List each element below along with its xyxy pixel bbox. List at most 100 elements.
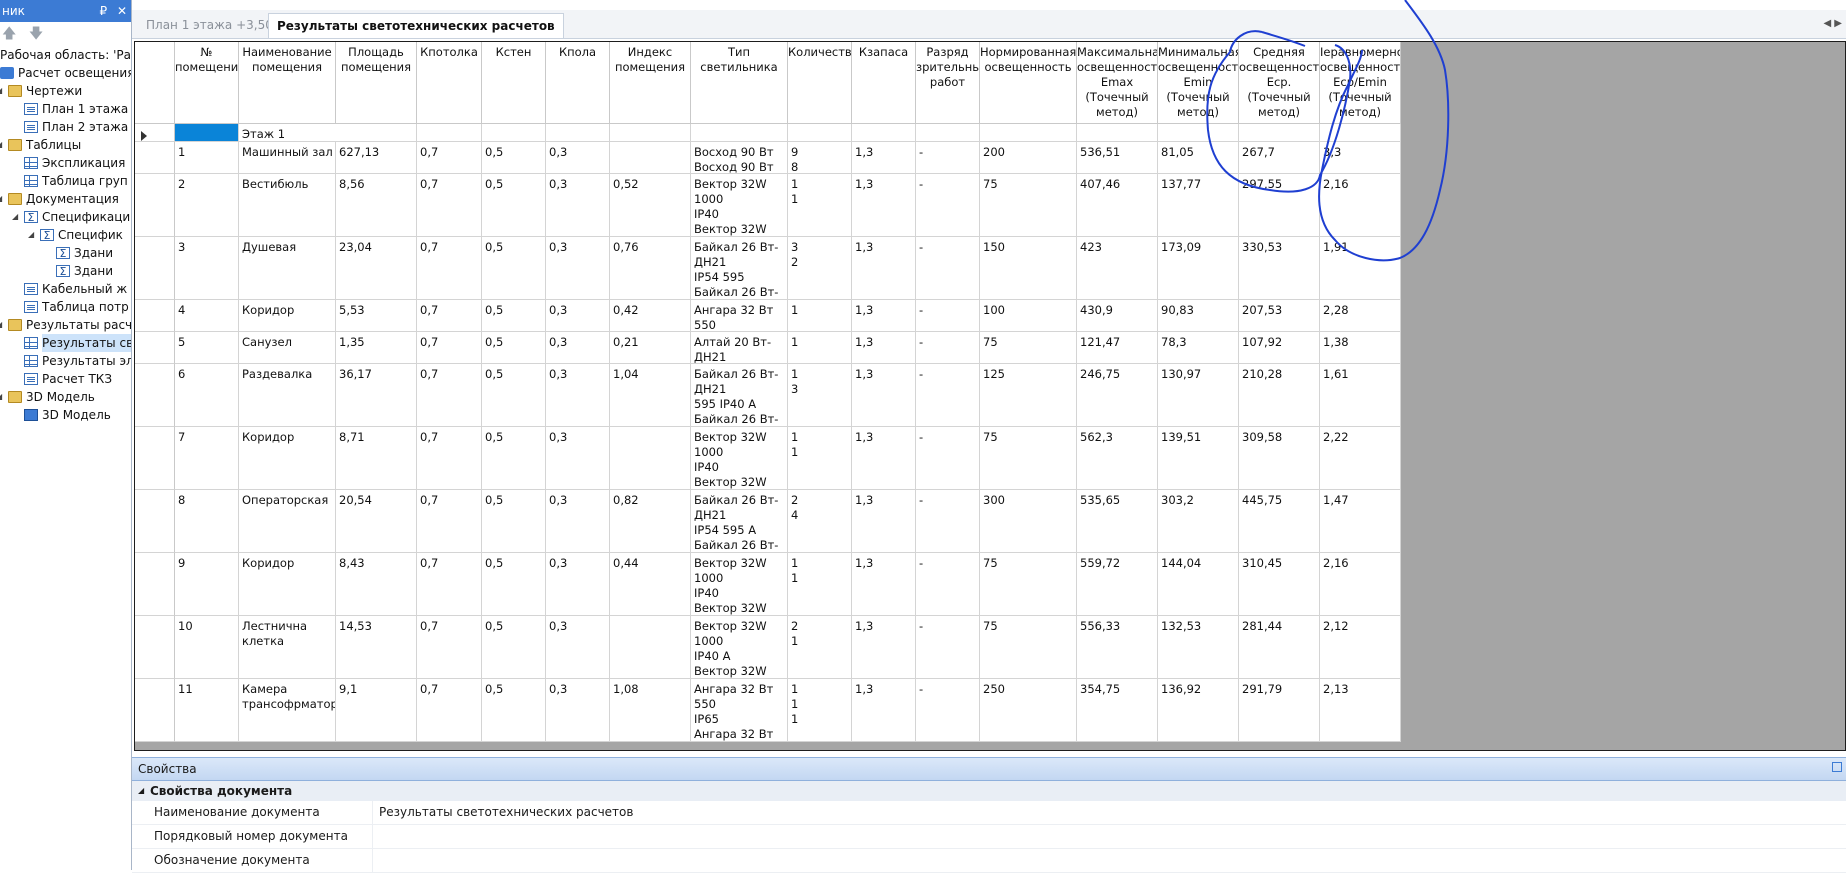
table-cell[interactable]: 1,47: [1320, 490, 1401, 553]
properties-pin-icon[interactable]: [1832, 762, 1842, 772]
table-cell[interactable]: 2 4: [788, 490, 852, 553]
table-cell[interactable]: Вестибюль: [239, 174, 336, 237]
table-cell[interactable]: 2,22: [1320, 427, 1401, 490]
table-cell[interactable]: [546, 124, 610, 142]
table-cell[interactable]: 0,3: [546, 332, 610, 364]
table-cell[interactable]: Коридор: [239, 427, 336, 490]
table-cell[interactable]: [1077, 124, 1158, 142]
table-cell[interactable]: [788, 124, 852, 142]
table-cell[interactable]: 0,5: [482, 237, 546, 300]
table-cell[interactable]: 20,54: [336, 490, 417, 553]
table-cell[interactable]: 0,76: [610, 237, 691, 300]
table-cell[interactable]: 173,09: [1158, 237, 1239, 300]
table-cell[interactable]: 3 2: [788, 237, 852, 300]
table-cell[interactable]: 136,92: [1158, 679, 1239, 742]
table-cell[interactable]: Байкал 26 Вт-ДН21 IP54 595 А Байкал 26 В…: [691, 490, 788, 553]
table-cell[interactable]: 0,7: [417, 490, 482, 553]
table-cell[interactable]: 150: [980, 237, 1077, 300]
table-cell[interactable]: 0,7: [417, 364, 482, 427]
table-cell[interactable]: [1158, 124, 1239, 142]
table-cell[interactable]: 121,47: [1077, 332, 1158, 364]
table-cell[interactable]: 1 1: [788, 553, 852, 616]
tree-item[interactable]: ◢ Σ Спецификаци: [0, 208, 131, 226]
table-cell[interactable]: 2,13: [1320, 679, 1401, 742]
table-cell[interactable]: 627,13: [336, 142, 417, 174]
property-row[interactable]: Наименование документа Результаты светот…: [132, 801, 1846, 825]
table-cell[interactable]: 2,12: [1320, 616, 1401, 679]
table-cell[interactable]: [610, 616, 691, 679]
table-cell[interactable]: Лестнична клетка: [239, 616, 336, 679]
table-cell[interactable]: Вектор 32W 1000 IP40 Вектор 32W 1000 IP4…: [691, 427, 788, 490]
column-header[interactable]: Кзапаса: [852, 42, 916, 124]
table-cell[interactable]: 8,71: [336, 427, 417, 490]
table-cell[interactable]: 125: [980, 364, 1077, 427]
table-cell[interactable]: 0,7: [417, 616, 482, 679]
table-cell[interactable]: 1,3: [852, 427, 916, 490]
table-cell[interactable]: 3: [175, 237, 239, 300]
row-selector[interactable]: [135, 237, 175, 300]
tree-item[interactable]: Расчет освещения П: [0, 64, 131, 82]
table-cell[interactable]: [417, 124, 482, 142]
table-cell[interactable]: 1,3: [852, 332, 916, 364]
table-cell[interactable]: 0,7: [417, 679, 482, 742]
table-cell[interactable]: 1: [788, 300, 852, 332]
tree-item[interactable]: План 1 этажа: [0, 100, 131, 118]
table-cell[interactable]: 200: [980, 142, 1077, 174]
table-cell[interactable]: 0,3: [546, 142, 610, 174]
selected-cell[interactable]: [175, 124, 239, 142]
table-cell[interactable]: 430,9: [1077, 300, 1158, 332]
table-cell[interactable]: 0,44: [610, 553, 691, 616]
table-cell[interactable]: 5,53: [336, 300, 417, 332]
table-cell[interactable]: 0,5: [482, 300, 546, 332]
table-cell[interactable]: 1 1: [788, 427, 852, 490]
table-cell[interactable]: 536,51: [1077, 142, 1158, 174]
table-cell[interactable]: 1,3: [852, 237, 916, 300]
table-cell[interactable]: 0,7: [417, 332, 482, 364]
table-cell[interactable]: 75: [980, 616, 1077, 679]
table-cell[interactable]: 250: [980, 679, 1077, 742]
table-cell[interactable]: 137,77: [1158, 174, 1239, 237]
table-cell[interactable]: 291,79: [1239, 679, 1320, 742]
table-cell[interactable]: 6: [175, 364, 239, 427]
table-cell[interactable]: 297,55: [1239, 174, 1320, 237]
column-header[interactable]: Индекс помещения: [610, 42, 691, 124]
expand-arrow-icon[interactable]: ◢: [12, 208, 22, 226]
table-cell[interactable]: 210,28: [1239, 364, 1320, 427]
table-cell[interactable]: 2,16: [1320, 553, 1401, 616]
row-selector[interactable]: [135, 553, 175, 616]
table-cell[interactable]: 90,83: [1158, 300, 1239, 332]
table-cell[interactable]: 2 1: [788, 616, 852, 679]
table-cell[interactable]: [1239, 124, 1320, 142]
table-cell[interactable]: [916, 124, 980, 142]
table-cell[interactable]: 0,7: [417, 237, 482, 300]
row-selector[interactable]: [135, 300, 175, 332]
column-header[interactable]: Іеравномерност освещенности Еср/Emin (То…: [1320, 42, 1401, 124]
expand-arrow-icon[interactable]: ◢: [0, 316, 6, 334]
table-cell[interactable]: 132,53: [1158, 616, 1239, 679]
row-selector[interactable]: [135, 364, 175, 427]
table-cell[interactable]: 78,3: [1158, 332, 1239, 364]
table-cell[interactable]: 0,3: [546, 237, 610, 300]
expand-arrow-icon[interactable]: ◢: [0, 190, 6, 208]
property-row[interactable]: Порядковый номер документа: [132, 825, 1846, 849]
table-cell[interactable]: 1,3: [852, 364, 916, 427]
tab-floor-plan-1[interactable]: План 1 этажа +3,500: [138, 13, 288, 37]
tree-item[interactable]: План 2 этажа: [0, 118, 131, 136]
table-cell[interactable]: 281,44: [1239, 616, 1320, 679]
table-cell[interactable]: 0,3: [546, 300, 610, 332]
table-cell[interactable]: 8,56: [336, 174, 417, 237]
table-cell[interactable]: 0,7: [417, 553, 482, 616]
table-cell[interactable]: 303,2: [1158, 490, 1239, 553]
table-cell[interactable]: 1,3: [852, 142, 916, 174]
pin-icon[interactable]: ₽: [99, 4, 107, 18]
table-cell[interactable]: 0,5: [482, 679, 546, 742]
table-cell[interactable]: Ангара 32 Вт 550 IP65 Ангара 32 Вт 550 I…: [691, 679, 788, 742]
table-cell[interactable]: [980, 124, 1077, 142]
table-cell[interactable]: 144,04: [1158, 553, 1239, 616]
row-selector[interactable]: [135, 427, 175, 490]
table-cell[interactable]: 0,3: [546, 364, 610, 427]
table-cell[interactable]: 5: [175, 332, 239, 364]
tree-item[interactable]: ◢ 3D Модель: [0, 388, 131, 406]
table-cell[interactable]: Камера трансофрматорная: [239, 679, 336, 742]
table-cell[interactable]: 562,3: [1077, 427, 1158, 490]
